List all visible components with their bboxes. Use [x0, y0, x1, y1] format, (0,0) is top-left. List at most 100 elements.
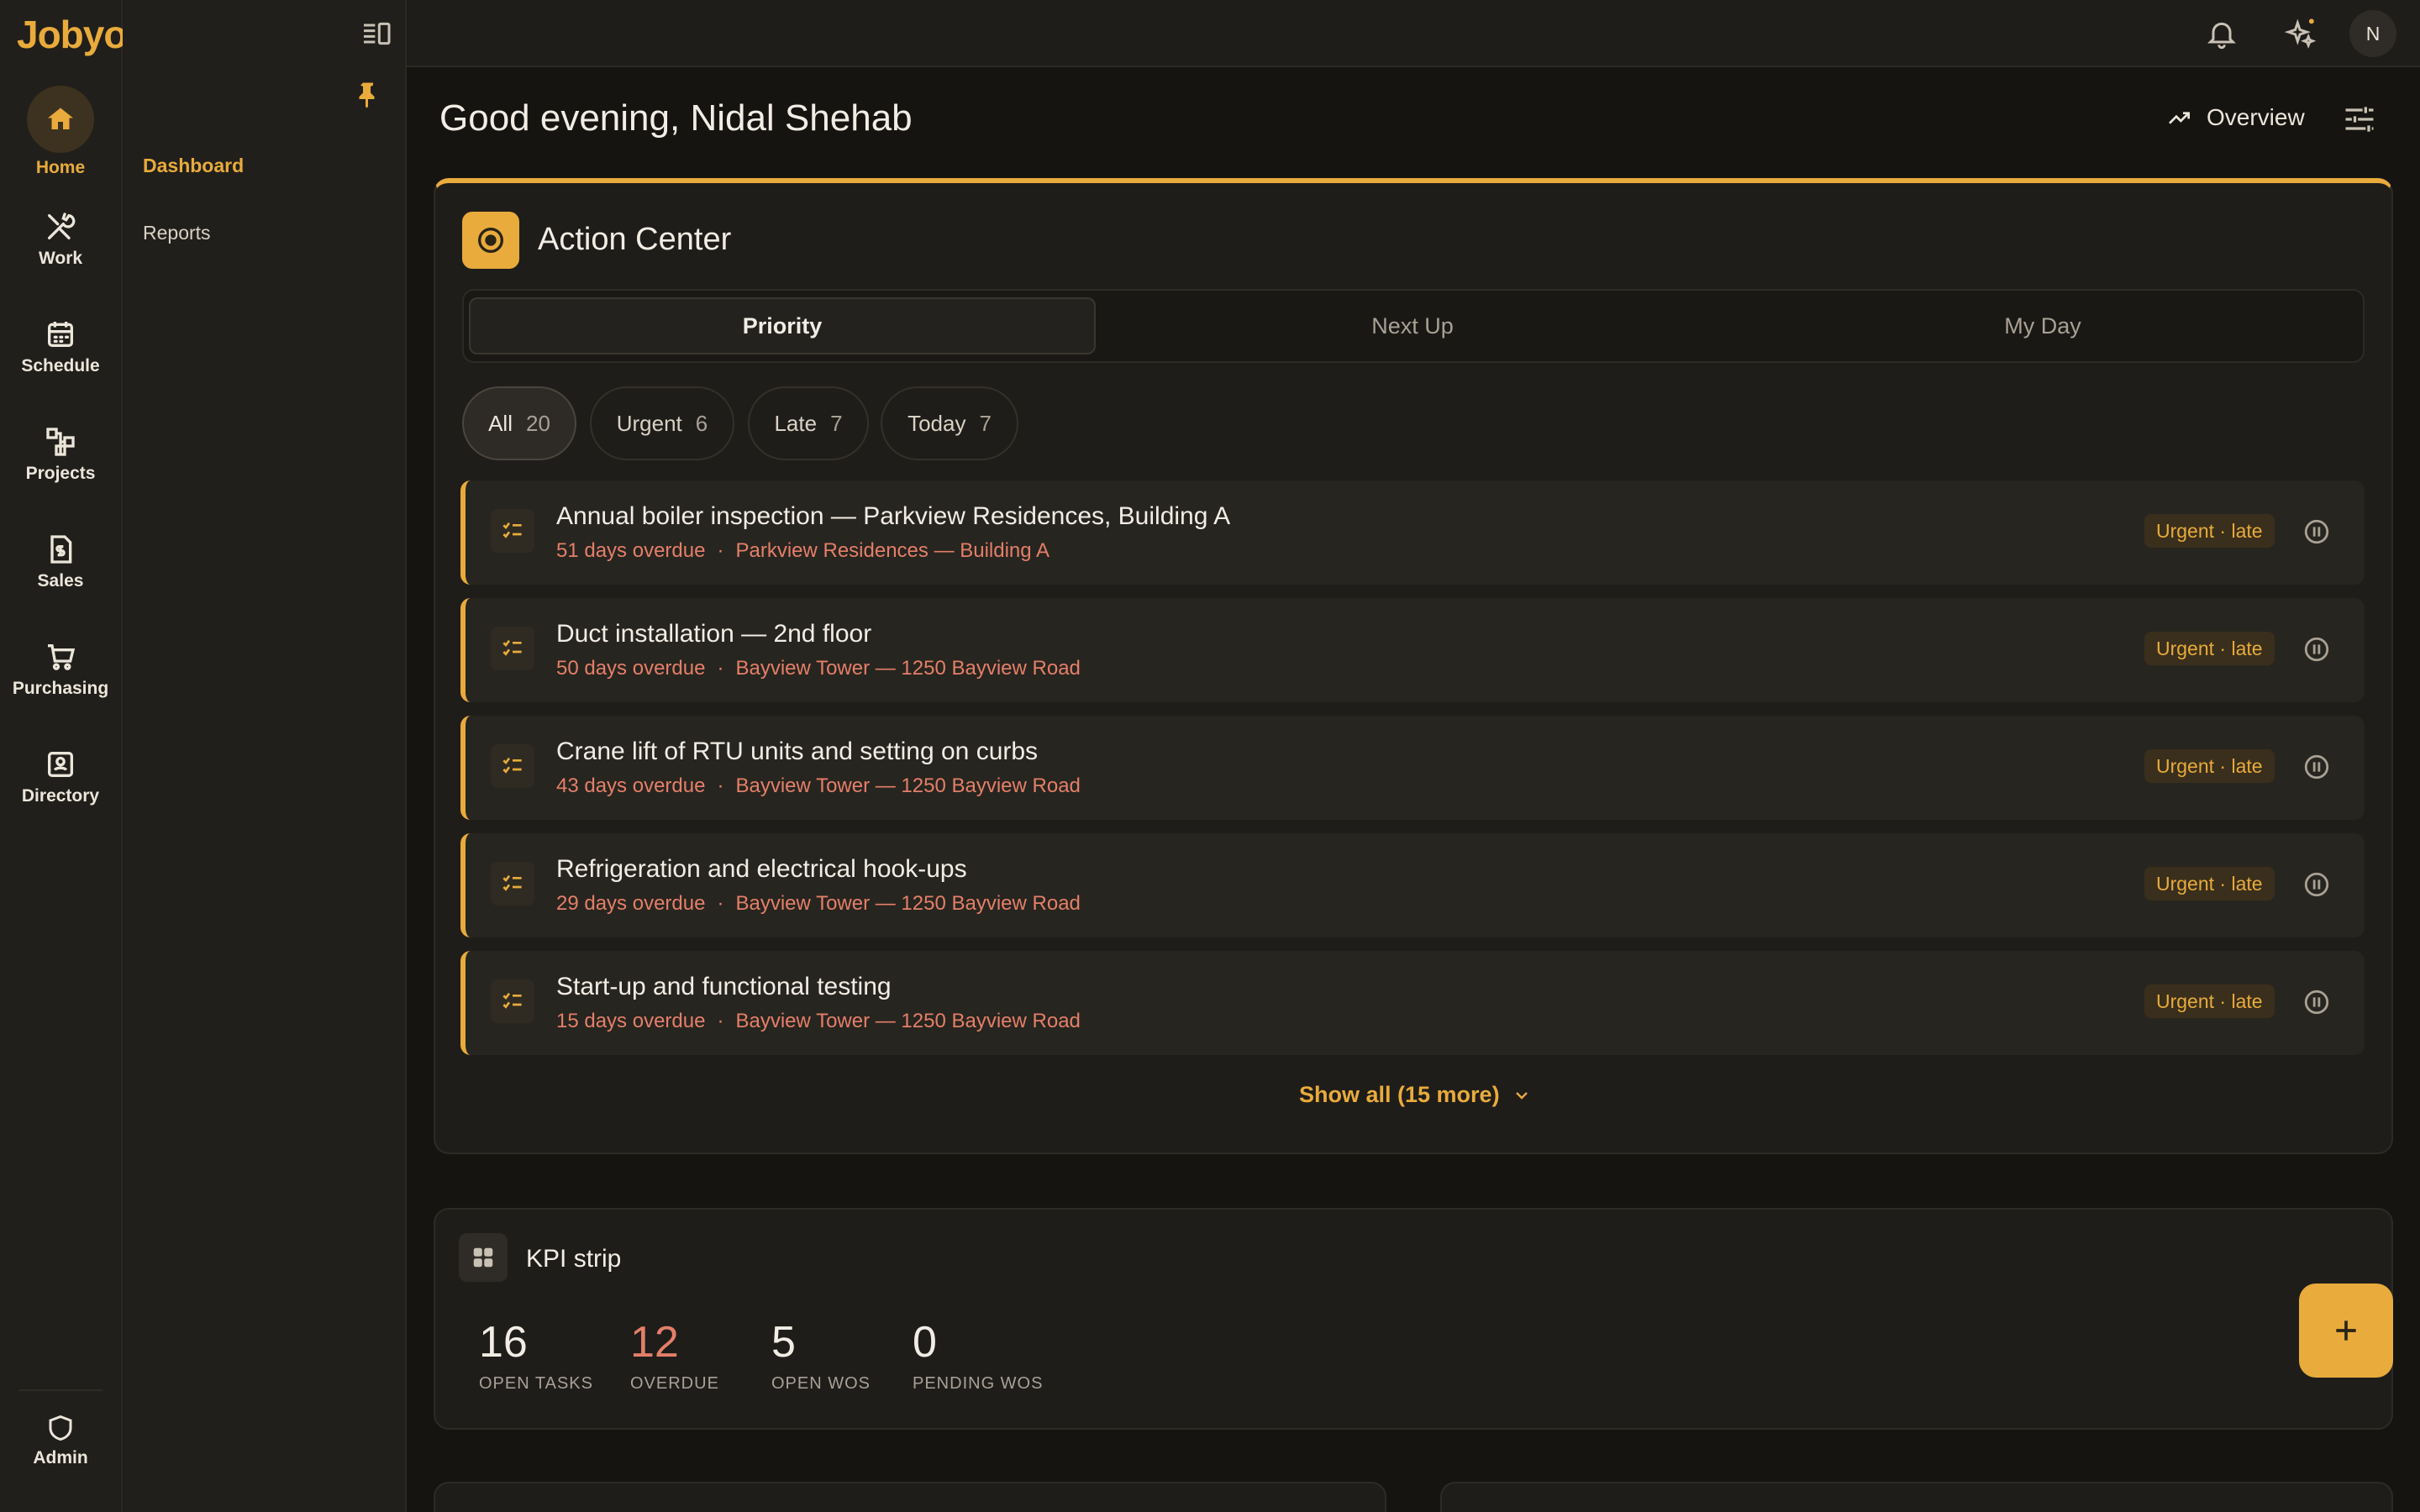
- contacts-icon: [48, 752, 73, 777]
- kpi-value: 16: [479, 1318, 528, 1367]
- invoice-icon: [50, 535, 72, 564]
- meta-separator: ·: [717, 892, 724, 915]
- task-location: Parkview Residences — Building A: [735, 539, 1050, 562]
- rail-item-admin[interactable]: Admin: [0, 1413, 121, 1468]
- checklist-icon: [491, 979, 534, 1023]
- pause-icon[interactable]: [2302, 988, 2331, 1016]
- chip-label: Late: [774, 410, 818, 436]
- rail-item-projects[interactable]: Projects: [0, 425, 121, 484]
- overview-button[interactable]: Overview: [2166, 104, 2305, 131]
- task-title: Refrigeration and electrical hook-ups: [556, 855, 967, 883]
- kpi-value: 12: [630, 1318, 679, 1367]
- task-overdue: 15 days overdue: [556, 1010, 706, 1032]
- rail-item-label: Schedule: [21, 356, 100, 375]
- secondary-sidebar: Dashboard Reports: [123, 0, 407, 1512]
- projects-icon: [46, 428, 75, 456]
- chip-count: 6: [695, 410, 708, 436]
- user-avatar[interactable]: N: [2349, 10, 2396, 57]
- status-badge: Urgent · late: [2144, 514, 2275, 548]
- task-location: Bayview Tower — 1250 Bayview Road: [735, 774, 1081, 797]
- rail-item-home[interactable]: Home: [0, 86, 121, 178]
- task-location: Bayview Tower — 1250 Bayview Road: [735, 892, 1081, 915]
- brand-logo[interactable]: Jobyo: [17, 12, 127, 57]
- dashboard-widget-card: [434, 1482, 1386, 1512]
- pin-icon[interactable]: [353, 79, 383, 109]
- rail-item-work[interactable]: Work: [0, 210, 121, 269]
- dashboard-widget-card: [1440, 1482, 2393, 1512]
- rail-item-label: Admin: [33, 1448, 88, 1467]
- notifications-button[interactable]: [2202, 13, 2242, 54]
- task-overdue: 50 days overdue: [556, 657, 706, 680]
- pause-icon[interactable]: [2302, 635, 2331, 664]
- action-center-title: Action Center: [538, 222, 732, 257]
- pause-icon[interactable]: [2302, 753, 2331, 781]
- task-location: Bayview Tower — 1250 Bayview Road: [735, 657, 1081, 680]
- show-all-button[interactable]: Show all (15 more): [1299, 1082, 1532, 1108]
- checklist-icon: [491, 509, 534, 553]
- filter-chip-all[interactable]: All 20: [462, 386, 576, 460]
- task-row[interactable]: Duct installation — 2nd floor 50 days ov…: [460, 598, 2365, 702]
- task-row[interactable]: Start-up and functional testing 15 days …: [460, 951, 2365, 1055]
- task-row[interactable]: Refrigeration and electrical hook-ups 29…: [460, 833, 2365, 937]
- target-icon: [462, 212, 519, 269]
- chevron-down-icon: [1515, 1091, 1528, 1100]
- pause-icon[interactable]: [2302, 870, 2331, 899]
- status-badge: Urgent · late: [2144, 749, 2275, 783]
- tab-next-up[interactable]: Next Up: [1099, 297, 1726, 354]
- show-all-label: Show all (15 more): [1299, 1082, 1500, 1107]
- icon-rail: Jobyo Home Work Schedule Projects Sales …: [0, 0, 127, 1512]
- customize-sliders-icon[interactable]: [2341, 101, 2378, 138]
- trend-icon: [2169, 112, 2190, 124]
- subnav-item-dashboard[interactable]: Dashboard: [143, 155, 244, 177]
- subnav-item-reports[interactable]: Reports: [143, 222, 211, 244]
- checklist-icon: [491, 744, 534, 788]
- kpi-pending-wos[interactable]: 0 PENDING WOS: [913, 1317, 1043, 1394]
- chip-label: Today: [908, 410, 966, 436]
- tab-priority[interactable]: Priority: [469, 297, 1096, 354]
- rail-divider: [18, 1389, 103, 1391]
- add-fab-button[interactable]: [2299, 1284, 2393, 1378]
- action-center-tabs: Priority Next Up My Day: [462, 289, 2365, 363]
- rail-item-purchasing[interactable]: Purchasing: [0, 640, 121, 699]
- kpi-strip-card: [434, 1208, 2393, 1430]
- rail-item-sales[interactable]: Sales: [0, 533, 121, 591]
- rail-item-label: Projects: [25, 464, 96, 483]
- task-overdue: 29 days overdue: [556, 892, 706, 915]
- filter-chip-today[interactable]: Today 7: [881, 386, 1018, 460]
- task-meta: 50 days overdue · Bayview Tower — 1250 Bay…: [556, 657, 1081, 680]
- kpi-value: 0: [913, 1318, 937, 1367]
- meta-separator: ·: [717, 774, 724, 797]
- chip-label: Urgent: [616, 410, 682, 436]
- sidebar-collapse-icon[interactable]: [360, 17, 393, 50]
- filter-chip-urgent[interactable]: Urgent 6: [590, 386, 734, 460]
- kpi-label: OVERDUE: [630, 1374, 719, 1393]
- pause-icon[interactable]: [2302, 517, 2331, 546]
- chip-count: 7: [979, 410, 992, 436]
- rail-item-label: Purchasing: [12, 679, 109, 698]
- kpi-label: OPEN TASKS: [479, 1374, 593, 1393]
- task-meta: 43 days overdue · Bayview Tower — 1250 Bay…: [556, 774, 1081, 798]
- kpi-open-tasks[interactable]: 16 OPEN TASKS: [479, 1317, 593, 1394]
- plus-icon: [2336, 1320, 2356, 1341]
- overview-label: Overview: [2207, 104, 2305, 130]
- rail-item-schedule[interactable]: Schedule: [0, 318, 121, 376]
- kpi-value: 5: [771, 1318, 796, 1367]
- rail-item-directory[interactable]: Directory: [0, 748, 121, 806]
- checklist-icon: [491, 627, 534, 670]
- filter-chip-late[interactable]: Late 7: [748, 386, 869, 460]
- chip-count: 7: [830, 410, 843, 436]
- status-badge: Urgent · late: [2144, 984, 2275, 1018]
- rail-item-label: Work: [38, 249, 83, 268]
- tab-my-day[interactable]: My Day: [1729, 297, 2356, 354]
- kpi-label: OPEN WOS: [771, 1374, 871, 1393]
- kpi-open-wos[interactable]: 5 OPEN WOS: [771, 1317, 871, 1394]
- task-row[interactable]: Crane lift of RTU units and setting on c…: [460, 716, 2365, 820]
- meta-separator: ·: [717, 657, 724, 680]
- calendar-icon: [48, 322, 73, 347]
- ai-assistant-button[interactable]: [2281, 13, 2321, 54]
- task-row[interactable]: Annual boiler inspection — Parkview Resi…: [460, 480, 2365, 585]
- chip-count: 20: [525, 410, 550, 436]
- page-title: Good evening, Nidal Shehab: [439, 97, 913, 139]
- kpi-overdue[interactable]: 12 OVERDUE: [630, 1317, 719, 1394]
- tools-icon: [48, 213, 76, 239]
